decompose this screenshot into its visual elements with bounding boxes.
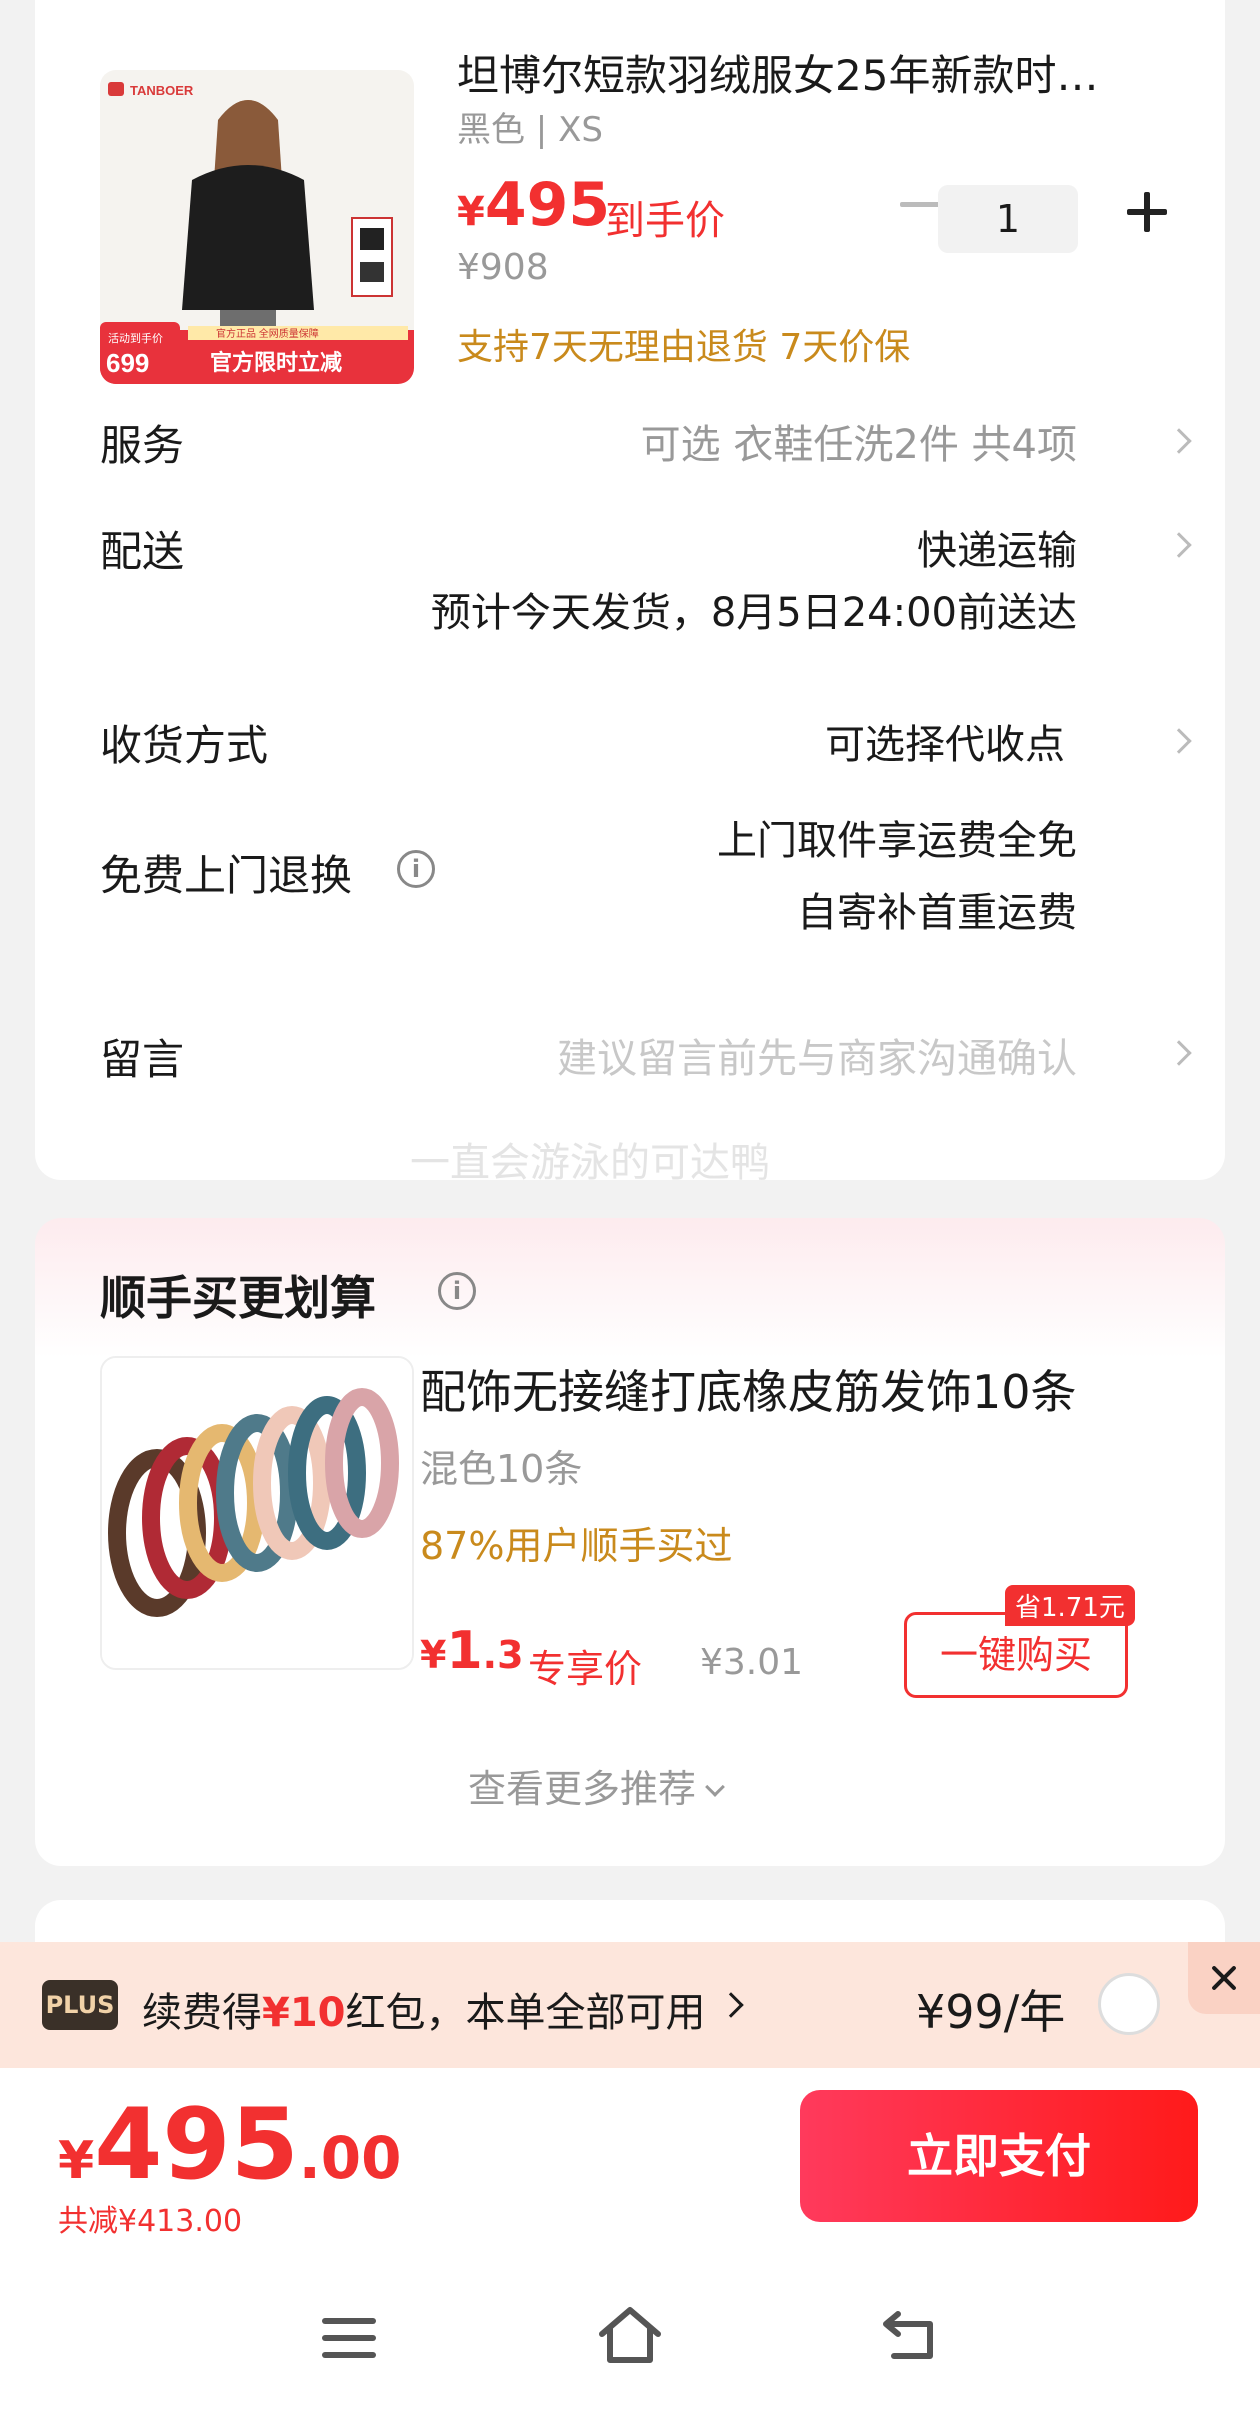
product-spec: 黑色 | XS (457, 110, 603, 150)
receive-method-label: 收货方式 (100, 721, 269, 770)
recommend-original-price: ¥3.01 (700, 1642, 804, 1683)
original-price: ¥908 (457, 247, 549, 288)
back-icon[interactable] (880, 2310, 938, 2362)
recommend-item-image[interactable] (100, 1356, 414, 1670)
recommend-title: 顺手买更划算 (100, 1271, 376, 1325)
info-icon[interactable]: i (397, 850, 435, 888)
svg-text:699: 699 (106, 348, 149, 378)
svg-text:TANBOER: TANBOER (130, 83, 194, 98)
plus-badge: PLUS (42, 1980, 118, 2030)
receive-method-value[interactable]: 可选择代收点 (825, 712, 1065, 770)
svg-text:活动到手价: 活动到手价 (108, 331, 163, 345)
plus-select-radio[interactable] (1098, 1973, 1160, 2035)
delivery-chevron-icon[interactable] (1166, 532, 1192, 558)
free-return-label: 免费上门退换 (100, 851, 353, 900)
svg-text:官方正品 全网质量保障: 官方正品 全网质量保障 (216, 327, 319, 340)
recommend-item-price: ¥1.3 (420, 1621, 524, 1681)
guarantee-text: 支持7天无理由退货 7天价保 (457, 327, 911, 368)
pay-now-button[interactable]: 立即支付 (800, 2090, 1198, 2222)
plus-price: ¥99/年 (916, 1985, 1066, 2039)
save-badge: 省1.71元 (1005, 1585, 1135, 1626)
recommend-item-stat: 87%用户顺手买过 (420, 1524, 733, 1568)
watermark: 一直会游泳的可达鸭 (410, 1140, 770, 1186)
plus-promo-text[interactable]: 续费得¥10红包，本单全部可用 (142, 1980, 706, 2038)
service-label: 服务 (100, 421, 185, 470)
svg-text:官方限时立减: 官方限时立减 (210, 350, 342, 375)
receive-chevron-icon[interactable] (1166, 728, 1192, 754)
more-recommend-link[interactable]: 查看更多推荐 (0, 1758, 1190, 1813)
message-chevron-icon[interactable] (1166, 1040, 1192, 1066)
delivery-value[interactable]: 快递运输 (917, 518, 1077, 576)
price-label: 到手价 (605, 198, 725, 244)
return-line1: 上门取件享运费全免 (717, 818, 1077, 864)
return-line2: 自寄补首重运费 (797, 890, 1077, 936)
product-image[interactable]: TANBOER 活动到手价 699 官方正品 全网质量保障 官方限时立减 (100, 70, 414, 384)
recommend-item-spec: 混色10条 (420, 1447, 583, 1491)
quantity-increase-button[interactable] (1127, 192, 1167, 232)
discount-total: 共减¥413.00 (58, 2204, 243, 2239)
service-value[interactable]: 可选 衣鞋任洗2件 共4项 (641, 412, 1077, 470)
quantity-decrease-button[interactable] (900, 202, 940, 207)
menu-icon[interactable] (322, 2318, 376, 2358)
chevron-down-icon (705, 1777, 725, 1797)
recommend-price-label: 专享价 (528, 1647, 643, 1691)
message-label: 留言 (100, 1035, 185, 1084)
order-card: TANBOER 活动到手价 699 官方正品 全网质量保障 官方限时立减 坦博尔… (35, 0, 1225, 1180)
service-chevron-icon[interactable] (1166, 428, 1192, 454)
delivery-estimate: 预计今天发货，8月5日24:00前送达 (430, 590, 1077, 636)
delivery-label: 配送 (100, 527, 185, 576)
quantity-input[interactable]: 1 (938, 185, 1078, 253)
message-input[interactable]: 建议留言前先与商家沟通确认 (557, 1026, 1077, 1084)
total-price: ¥495.00 (58, 2088, 402, 2202)
close-icon[interactable] (1188, 1942, 1260, 2014)
recommend-item-name[interactable]: 配饰无接缝打底橡皮筋发饰10条 (420, 1356, 1077, 1422)
recommend-info-icon[interactable]: i (438, 1272, 476, 1310)
home-icon[interactable] (596, 2304, 664, 2366)
product-title[interactable]: 坦博尔短款羽绒服女25年新款时… (457, 42, 1177, 103)
product-price: ¥495 (457, 170, 611, 240)
